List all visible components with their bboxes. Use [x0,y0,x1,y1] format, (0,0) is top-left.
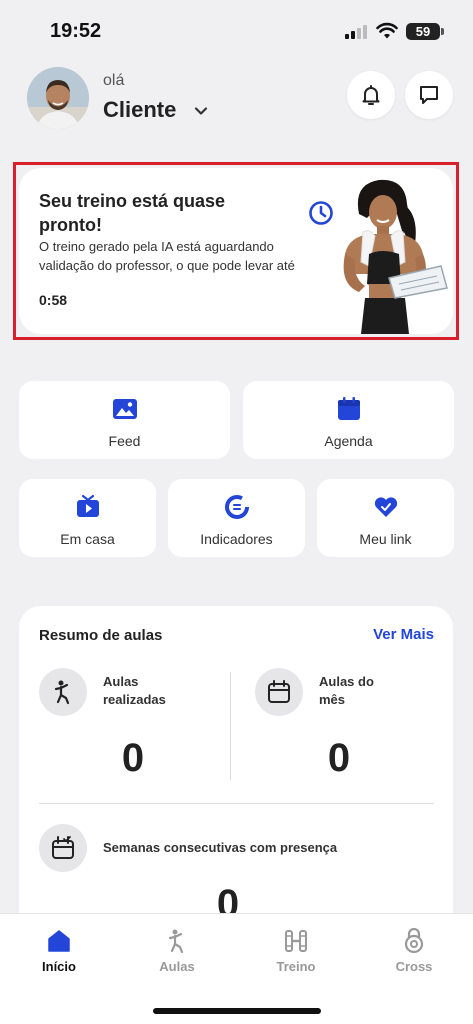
greeting-text: olá [103,72,125,89]
home-icon [48,930,70,952]
classes-done-label-line1: Aulas [103,674,139,689]
tab-aulas-label: Aulas [159,959,195,974]
calendar-icon [337,397,360,420]
battery-level: 59 [415,24,431,39]
classes-done-label-line2: realizadas [103,692,166,707]
user-name[interactable]: Cliente [103,97,176,123]
wifi-icon [376,22,398,39]
em-casa-label: Em casa [60,531,115,547]
training-title: Seu treino está quase pronto! [39,191,226,235]
meu-link-tile[interactable]: Meu link [317,479,454,557]
classes-month-value: 0 [327,736,351,780]
weeks-label: Semanas consecutivas com presença [103,840,338,855]
summary-title: Resumo de aulas [39,627,163,644]
classes-done-value: 0 [121,736,145,780]
chat-bubble-icon [420,86,438,104]
tab-aulas[interactable]: Aulas [132,928,222,974]
section-divider [39,803,434,804]
dumbbell-icon [285,930,307,952]
person-exercise-icon [54,680,70,705]
training-countdown: 0:58 [39,292,68,308]
tab-cross[interactable]: Cross [369,928,459,974]
notifications-button[interactable] [347,71,395,119]
kettlebell-icon [404,928,424,954]
heart-check-icon [374,497,397,517]
classes-done-icon-wrap [39,668,87,716]
avatar[interactable] [27,67,89,129]
training-description: O treino gerado pela IA está aguardando … [39,239,295,273]
see-more-link[interactable]: Ver Mais [373,626,434,643]
status-time: 19:52 [50,20,102,42]
indicators-icon [224,495,249,519]
feed-tile[interactable]: Feed [19,381,230,459]
calendar-check-icon [52,836,74,859]
image-icon [112,399,137,419]
training-status-card[interactable]: Seu treino está quase pronto! O treino g… [19,168,453,334]
tab-inicio-label: Início [42,959,76,974]
tab-treino-label: Treino [276,959,316,974]
person-exercise-icon [168,929,184,954]
weeks-icon-wrap [39,824,87,872]
indicadores-tile[interactable]: Indicadores [168,479,305,557]
feed-label: Feed [108,433,141,449]
tab-inicio[interactable]: Início [14,928,104,974]
tab-treino[interactable]: Treino [251,928,341,974]
stats-divider [230,672,231,780]
chevron-down-icon[interactable] [193,103,209,119]
classes-month-icon-wrap [255,668,303,716]
tv-play-icon [76,494,99,517]
messages-button[interactable] [405,71,453,119]
tab-cross-label: Cross [395,959,433,974]
status-bar: 19:52 59 [0,0,473,60]
trainer-illustration [343,179,448,334]
home-indicator[interactable] [153,1008,321,1014]
bell-icon [362,85,380,105]
classes-summary-card: Resumo de aulas Ver Mais Aulas realizada… [19,606,453,946]
meu-link-label: Meu link [359,531,412,547]
calendar-outline-icon [268,680,290,703]
agenda-tile[interactable]: Agenda [243,381,454,459]
cellular-signal-icon [345,25,369,39]
em-casa-tile[interactable]: Em casa [19,479,156,557]
indicadores-label: Indicadores [200,531,273,547]
battery-icon: 59 [406,23,444,40]
agenda-label: Agenda [324,433,373,449]
classes-month-label-line2: mês [319,692,346,707]
classes-month-label-line1: Aulas do [319,674,374,689]
